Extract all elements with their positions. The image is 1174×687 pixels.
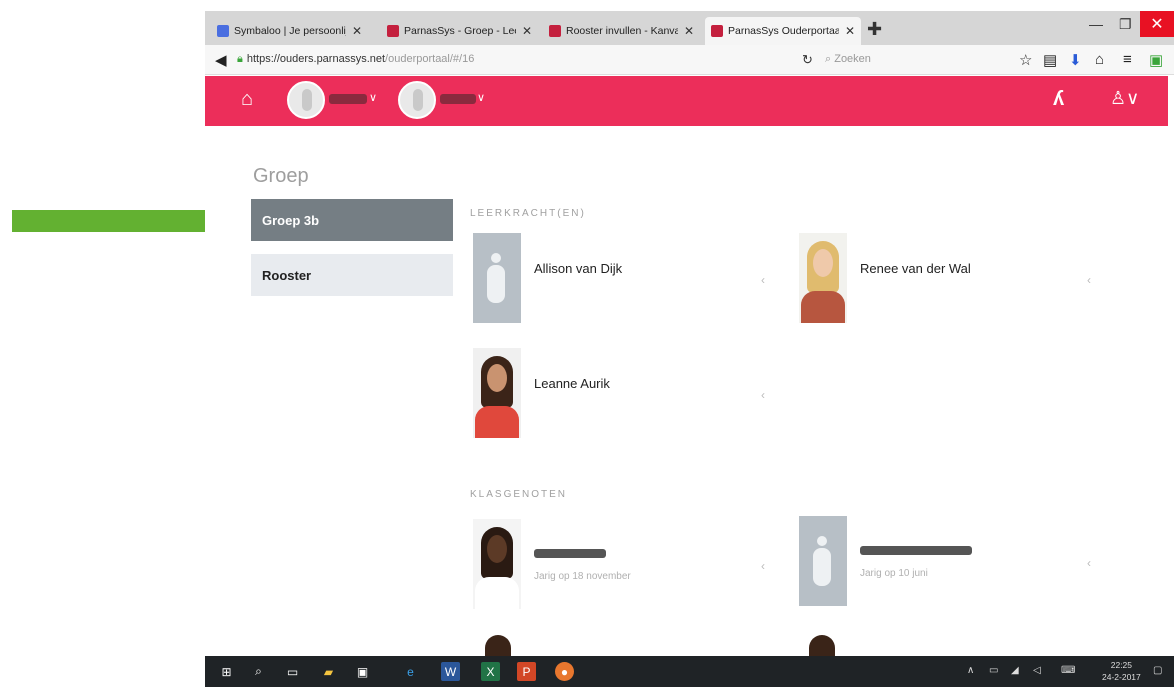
- tab-rooster-invullen[interactable]: Rooster invullen - Kanvas... ✕: [543, 17, 703, 45]
- avatar: [473, 348, 521, 438]
- volume-icon[interactable]: ◁: [1033, 665, 1041, 676]
- avatar-partial: [809, 635, 835, 656]
- parnassys-favicon-icon: [711, 25, 723, 37]
- child-name-redacted[interactable]: [440, 94, 476, 104]
- star-icon[interactable]: ☆: [1019, 51, 1032, 69]
- teacher-name: Renee van der Wal: [860, 261, 971, 276]
- avatar: [473, 519, 521, 609]
- maximize-icon[interactable]: ❐: [1119, 16, 1132, 33]
- close-tab-icon[interactable]: ✕: [352, 24, 362, 38]
- file-explorer-icon[interactable]: ▰: [319, 662, 338, 681]
- teacher-card[interactable]: Leanne Aurik ‹: [473, 348, 773, 438]
- sidebar-item-label: Groep 3b: [262, 212, 320, 228]
- child-avatar[interactable]: [287, 81, 325, 119]
- network-icon[interactable]: ◢: [1011, 665, 1019, 676]
- taskbar: ⊞ ⌕ ▭ ▰ ▣ e W X P ● ∧ ▭ ◢ ◁ ⌨ 22:25 24-2…: [205, 656, 1174, 687]
- taskbar-clock[interactable]: 22:25 24-2-2017: [1102, 659, 1141, 683]
- tab-ouderportaal[interactable]: ParnasSys Ouderportaal - ... ✕: [705, 17, 861, 45]
- address-field[interactable]: 🔒︎ https://ouders.parnassys.net/ouderport…: [237, 53, 474, 66]
- screenshot-page: Symbaloo | Je persoonlijk... ✕ ParnasSys…: [0, 0, 1174, 687]
- chevron-right-icon[interactable]: ‹: [761, 559, 765, 573]
- child-name-redacted[interactable]: [329, 94, 367, 104]
- sidebar-item-groep-3b[interactable]: Groep 3b: [251, 199, 453, 241]
- excel-icon[interactable]: X: [481, 662, 500, 681]
- symbaloo-favicon-icon: [217, 25, 229, 37]
- new-tab-icon[interactable]: ✚: [867, 19, 882, 40]
- classmate-name-redacted: [860, 546, 972, 555]
- menu-icon[interactable]: ≡: [1123, 51, 1132, 68]
- clipboard-icon[interactable]: ▤: [1043, 51, 1057, 69]
- avatar-placeholder: [473, 233, 521, 323]
- teacher-name: Leanne Aurik: [534, 376, 610, 391]
- sidebar-item-label: Rooster: [262, 267, 312, 283]
- close-tab-icon[interactable]: ✕: [845, 24, 855, 38]
- edge-icon[interactable]: e: [401, 662, 420, 681]
- avatar-partial: [485, 635, 511, 656]
- browser-window: Symbaloo | Je persoonlijk... ✕ ParnasSys…: [205, 11, 1174, 656]
- search-taskbar-icon[interactable]: ⌕: [249, 662, 268, 681]
- sidebar-title: Groep: [253, 165, 309, 187]
- clock-date: 24-2-2017: [1102, 672, 1141, 682]
- store-icon[interactable]: ▣: [353, 662, 372, 681]
- firefox-icon[interactable]: ●: [555, 662, 574, 681]
- section-title-teachers: LEERKRACHT(EN): [470, 208, 586, 219]
- lock-icon: 🔒︎: [237, 53, 243, 65]
- birthday-text: Jarig op 10 juni: [860, 568, 928, 579]
- extension-icon[interactable]: ▣: [1149, 51, 1163, 69]
- url-bar: ◀ 🔒︎ https://ouders.parnassys.net/ouderpo…: [205, 45, 1174, 75]
- parnassys-logo-icon: ʎ: [1053, 88, 1065, 110]
- teacher-card[interactable]: Renee van der Wal ‹: [799, 233, 1099, 323]
- parnassys-favicon-icon: [387, 25, 399, 37]
- download-icon[interactable]: ⬇: [1069, 51, 1082, 69]
- chevron-right-icon[interactable]: ‹: [761, 388, 765, 402]
- word-icon[interactable]: W: [441, 662, 460, 681]
- tab-symbaloo[interactable]: Symbaloo | Je persoonlijk... ✕: [211, 17, 379, 45]
- tab-label: Symbaloo | Je persoonlijk...: [234, 25, 346, 37]
- powerpoint-icon[interactable]: P: [517, 662, 536, 681]
- chevron-down-icon[interactable]: ∨: [369, 91, 377, 104]
- battery-icon[interactable]: ▭: [989, 665, 998, 676]
- search-field[interactable]: ⌕ Zoeken: [825, 53, 871, 66]
- teacher-name: Allison van Dijk: [534, 261, 623, 276]
- teacher-card[interactable]: Allison van Dijk ‹: [473, 233, 773, 323]
- task-view-icon[interactable]: ▭: [283, 662, 302, 681]
- search-icon: ⌕: [825, 53, 835, 65]
- chevron-down-icon[interactable]: ∨: [477, 91, 485, 104]
- chevron-up-icon[interactable]: ∧: [967, 665, 974, 676]
- close-tab-icon[interactable]: ✕: [522, 24, 532, 38]
- classmate-name-redacted: [534, 549, 606, 558]
- chevron-right-icon[interactable]: ‹: [1087, 556, 1091, 570]
- chevron-right-icon[interactable]: ‹: [1087, 273, 1091, 287]
- window-close-icon[interactable]: ✕: [1140, 11, 1174, 37]
- user-icon[interactable]: ♙∨: [1110, 88, 1139, 109]
- clock-time: 22:25: [1110, 660, 1133, 670]
- home-icon[interactable]: ⌂: [241, 88, 253, 111]
- keyboard-icon[interactable]: ⌨: [1061, 665, 1075, 676]
- tab-label: ParnasSys Ouderportaal - ...: [728, 25, 839, 37]
- classmate-card[interactable]: Jarig op 10 juni ‹: [799, 516, 1099, 606]
- notification-icon[interactable]: ▢: [1153, 665, 1162, 676]
- minimize-icon[interactable]: —: [1089, 16, 1103, 32]
- sidebar-item-rooster[interactable]: Rooster: [251, 254, 453, 296]
- tab-label: ParnasSys - Groep - Leerp...: [404, 25, 516, 37]
- section-title-classmates: KLASGENOTEN: [470, 489, 568, 500]
- parnassys-favicon-icon: [549, 25, 561, 37]
- classmate-card[interactable]: Jarig op 18 november ‹: [473, 519, 773, 609]
- tab-label: Rooster invullen - Kanvas...: [566, 25, 678, 37]
- home-toolbar-icon[interactable]: ⌂: [1095, 51, 1104, 68]
- green-arrow-shaft: [12, 210, 217, 232]
- reload-icon[interactable]: ↻: [802, 52, 813, 68]
- avatar-placeholder: [799, 516, 847, 606]
- start-icon[interactable]: ⊞: [217, 662, 236, 681]
- chevron-right-icon[interactable]: ‹: [761, 273, 765, 287]
- close-tab-icon[interactable]: ✕: [684, 24, 694, 38]
- avatar: [799, 233, 847, 323]
- tab-bar: Symbaloo | Je persoonlijk... ✕ ParnasSys…: [205, 11, 1174, 45]
- child-avatar[interactable]: [398, 81, 436, 119]
- birthday-text: Jarig op 18 november: [534, 571, 631, 582]
- tab-parnassys-groep[interactable]: ParnasSys - Groep - Leerp... ✕: [381, 17, 541, 45]
- app-header: ⌂ ∨ ∨ ʎ ♙∨: [205, 76, 1168, 126]
- back-icon[interactable]: ◀: [215, 51, 227, 69]
